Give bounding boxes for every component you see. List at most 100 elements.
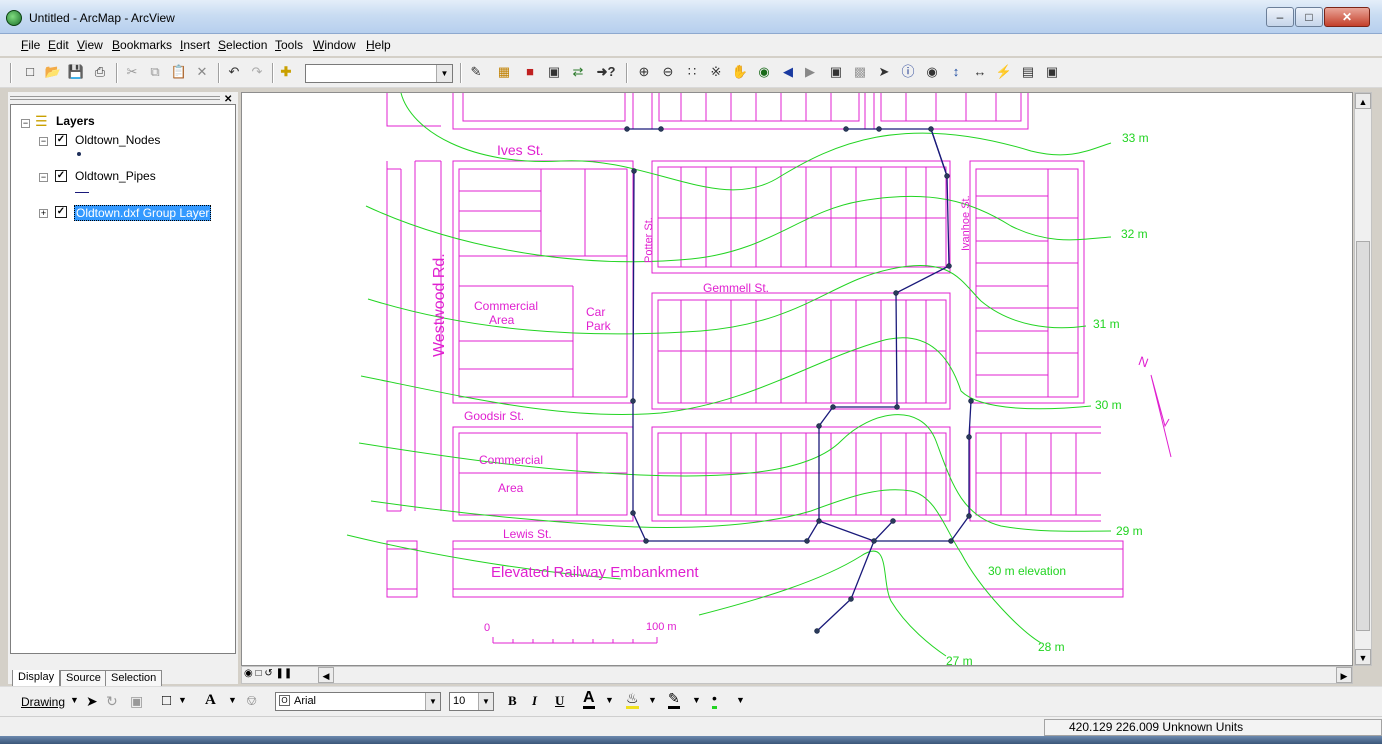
underline-button[interactable]: U (555, 693, 564, 709)
open-folder-icon[interactable]: 📂 (43, 62, 63, 82)
chevron-down-icon[interactable]: ▼ (648, 695, 657, 705)
chevron-down-icon[interactable]: ▼ (178, 695, 187, 705)
map-horizontal-scrollbar[interactable]: ◉ □ ↺ ❚❚ ◀ ▶ (241, 666, 1353, 684)
marker-color-icon[interactable]: • (712, 690, 717, 709)
zoom-out-icon[interactable]: ⊖ (658, 62, 678, 82)
html-popup-icon[interactable]: ▤ (1018, 62, 1038, 82)
nodes-visibility-checkbox[interactable]: ✓ (55, 134, 67, 146)
font-name-combo[interactable]: O Arial ▼ (275, 692, 441, 711)
go-to-xy-icon[interactable]: ↕ (946, 62, 966, 82)
layer-oldtown-nodes[interactable]: Oldtown_Nodes (75, 133, 160, 147)
toc-grip[interactable] (10, 96, 220, 100)
chevron-down-icon[interactable]: ▼ (228, 695, 237, 705)
scroll-up-icon[interactable]: ▲ (1355, 93, 1371, 109)
line-color-icon[interactable]: ✎ (668, 690, 680, 709)
zoom-whole-page-icon[interactable]: ▣ (130, 693, 143, 710)
arccatalog-icon[interactable]: ■ (520, 62, 540, 82)
menu-help[interactable]: Help (366, 38, 391, 52)
collapse-layers-icon[interactable]: − (21, 119, 30, 128)
menu-tools[interactable]: Tools (275, 38, 303, 52)
menu-file[interactable]: File (21, 38, 40, 52)
collapse-pipes-icon[interactable]: − (39, 173, 48, 182)
scroll-left-icon[interactable]: ◀ (318, 667, 334, 683)
create-viewer-icon[interactable]: ▣ (1042, 62, 1062, 82)
map-display[interactable]: Ives St. Westwood Rd. Potter St. Ivanhoe… (241, 92, 1353, 666)
fixed-zoom-in-icon[interactable]: ∷ (682, 62, 702, 82)
pipe-symbol-icon (75, 192, 89, 193)
whats-this-icon[interactable]: ➜? (596, 62, 616, 82)
select-pointer-icon[interactable]: ➤ (86, 693, 98, 710)
print-icon[interactable]: ⎙ (90, 62, 110, 82)
redo-icon[interactable]: ↷ (247, 62, 267, 82)
layer-oldtown-dxf-group[interactable]: Oldtown.dxf Group Layer (74, 205, 212, 221)
edit-vertices-icon[interactable]: ⎊ (246, 692, 257, 709)
layout-view-icon[interactable]: ◉ □ ↺ ❚❚ (244, 668, 292, 679)
add-data-icon[interactable]: ✚ (276, 62, 296, 82)
menu-selection[interactable]: Selection (218, 38, 267, 52)
minimize-button[interactable]: – (1266, 7, 1294, 27)
rectangle-icon[interactable]: □ (162, 692, 171, 709)
chevron-down-icon[interactable]: ▼ (478, 693, 493, 710)
menu-bookmarks[interactable]: Bookmarks (112, 38, 172, 52)
node-layer (624, 126, 974, 634)
vertical-scroll-thumb[interactable] (1356, 241, 1370, 631)
identify-icon[interactable]: ⓘ (898, 62, 918, 82)
copy-icon[interactable]: ⧉ (145, 62, 165, 82)
rotate-icon[interactable]: ↻ (106, 693, 118, 710)
cut-icon[interactable]: ✂ (122, 62, 142, 82)
fill-color-icon[interactable]: ♨ (626, 690, 639, 709)
group-visibility-checkbox[interactable]: ✓ (55, 206, 67, 218)
chevron-down-icon[interactable]: ▼ (425, 693, 440, 710)
paste-icon[interactable]: 📋 (169, 62, 189, 82)
tab-selection[interactable]: Selection (105, 670, 163, 687)
map-vertical-scrollbar[interactable]: ▲ ▼ (1354, 92, 1372, 666)
drawing-menu[interactable]: Drawing (21, 695, 65, 709)
close-button[interactable]: ✕ (1324, 7, 1370, 27)
find-icon[interactable]: ◉ (922, 62, 942, 82)
save-icon[interactable]: 💾 (66, 62, 86, 82)
select-features-icon[interactable]: ▣ (826, 62, 846, 82)
chevron-down-icon[interactable]: ▼ (70, 695, 79, 705)
delete-icon[interactable]: ✕ (192, 62, 212, 82)
back-extent-icon[interactable]: ◀ (778, 62, 798, 82)
layers-root-label[interactable]: Layers (56, 114, 95, 128)
undo-icon[interactable]: ↶ (224, 62, 244, 82)
scroll-right-icon[interactable]: ▶ (1336, 667, 1352, 683)
menu-window[interactable]: Window (313, 38, 356, 52)
chevron-down-icon[interactable]: ▼ (605, 695, 614, 705)
menu-view[interactable]: View (77, 38, 103, 52)
full-extent-icon[interactable]: ◉ (754, 62, 774, 82)
forward-extent-icon[interactable]: ▶ (800, 62, 820, 82)
pan-icon[interactable]: ✋ (730, 62, 750, 82)
new-document-icon[interactable]: □ (20, 62, 40, 82)
expand-group-icon[interactable]: + (39, 209, 48, 218)
chevron-down-icon[interactable]: ▼ (692, 695, 701, 705)
model-builder-icon[interactable]: ⇄ (568, 62, 588, 82)
clear-selection-icon[interactable]: ▩ (850, 62, 870, 82)
bold-button[interactable]: B (508, 693, 517, 709)
chevron-down-icon[interactable]: ▼ (436, 65, 452, 82)
scroll-down-icon[interactable]: ▼ (1355, 649, 1371, 665)
tab-source[interactable]: Source (60, 670, 107, 687)
fixed-zoom-out-icon[interactable]: ※ (706, 62, 726, 82)
text-tool-icon[interactable]: A (205, 692, 216, 709)
arctoolbox-icon[interactable]: ▦ (494, 62, 514, 82)
font-size-combo[interactable]: 10 ▼ (449, 692, 494, 711)
hyperlink-icon[interactable]: ⚡ (994, 62, 1014, 82)
editor-toolbar-icon[interactable]: ✎ (466, 62, 486, 82)
select-elements-icon[interactable]: ➤ (874, 62, 894, 82)
measure-icon[interactable]: ↔ (970, 62, 990, 82)
layer-oldtown-pipes[interactable]: Oldtown_Pipes (75, 169, 156, 183)
menu-insert[interactable]: Insert (180, 38, 210, 52)
zoom-in-icon[interactable]: ⊕ (634, 62, 654, 82)
tab-display[interactable]: Display (12, 670, 61, 687)
pipes-visibility-checkbox[interactable]: ✓ (55, 170, 67, 182)
map-scale-combo[interactable]: ▼ (305, 64, 453, 83)
command-line-icon[interactable]: ▣ (544, 62, 564, 82)
font-color-icon[interactable]: A (583, 690, 595, 709)
maximize-button[interactable]: □ (1295, 7, 1323, 27)
menu-edit[interactable]: Edit (48, 38, 69, 52)
chevron-down-icon[interactable]: ▼ (736, 695, 745, 705)
italic-button[interactable]: I (532, 693, 537, 709)
collapse-nodes-icon[interactable]: − (39, 137, 48, 146)
